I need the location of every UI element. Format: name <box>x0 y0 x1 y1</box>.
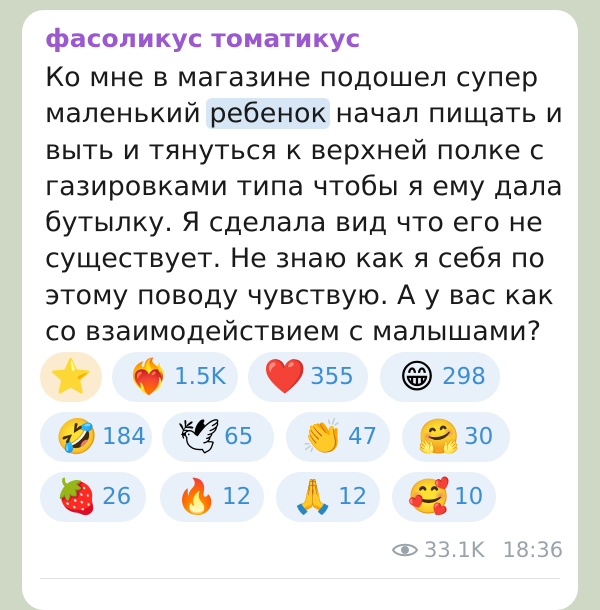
message-line: газировками типа чтобы я ему дала <box>45 170 563 202</box>
eye-icon <box>392 543 418 557</box>
dove-icon: 🕊 <box>177 417 221 457</box>
reaction-count: 30 <box>464 424 494 450</box>
reaction-count: 12 <box>222 484 252 510</box>
clapping-hands-icon: 👏 <box>301 417 345 457</box>
view-count: 33.1K <box>424 538 485 562</box>
message-line: бутылку. Я сделала вид что его не <box>45 207 543 239</box>
reaction-count: 184 <box>102 424 146 450</box>
reaction-clapping-hands[interactable]: 👏 47 <box>286 412 390 462</box>
reaction-count: 1.5K <box>174 364 226 390</box>
reaction-count: 26 <box>102 484 132 510</box>
fire-icon: 🔥 <box>175 477 219 517</box>
reaction-smiling-face-hearts[interactable]: 🥰 10 <box>392 472 496 522</box>
message-text: Ко мне в магазине подошел супер маленьки… <box>45 60 565 350</box>
reaction-count: 47 <box>348 424 378 450</box>
message-time: 18:36 <box>502 538 564 562</box>
star-icon: ⭐ <box>49 357 93 397</box>
smiling-face-hearts-icon: 🥰 <box>407 477 451 517</box>
reaction-dove[interactable]: 🕊 65 <box>162 412 274 462</box>
sender-name[interactable]: фасоликус томатикус <box>45 24 360 53</box>
reaction-count: 355 <box>310 364 354 390</box>
reaction-rolling-laughing[interactable]: 🤣 184 <box>40 412 152 462</box>
reaction-folded-hands[interactable]: 🙏 12 <box>276 472 380 522</box>
hugging-face-icon: 🤗 <box>417 417 461 457</box>
heart-on-fire-icon: ❤️‍🔥 <box>127 357 171 397</box>
message-line: выть и тянуться к верхней полке с <box>45 134 545 166</box>
strawberry-icon: 🍓 <box>55 477 99 517</box>
reaction-count: 298 <box>442 364 486 390</box>
reaction-star[interactable]: ⭐ <box>40 352 102 402</box>
folded-hands-icon: 🙏 <box>291 477 335 517</box>
reaction-count: 65 <box>224 424 254 450</box>
highlighted-word: ребенок <box>206 98 330 130</box>
reaction-red-heart[interactable]: ❤️ 355 <box>248 352 368 402</box>
rolling-laughing-icon: 🤣 <box>55 417 99 457</box>
message-line: этому поводу чувствую. А у вас как <box>45 279 554 311</box>
red-heart-icon: ❤️ <box>263 357 307 397</box>
reaction-strawberry[interactable]: 🍓 26 <box>40 472 146 522</box>
message-line: Ко мне в магазине подошел супер <box>45 62 539 93</box>
message-line: маленький ребенок начал пищать и <box>45 98 563 130</box>
reaction-hugging-face[interactable]: 🤗 30 <box>402 412 510 462</box>
reaction-grinning-face[interactable]: 😁 298 <box>380 352 500 402</box>
message-meta: 33.1K 18:36 <box>392 538 563 562</box>
divider <box>40 578 560 579</box>
reaction-fire[interactable]: 🔥 12 <box>160 472 264 522</box>
reaction-count: 12 <box>338 484 368 510</box>
reaction-count: 10 <box>454 484 484 510</box>
reaction-heart-on-fire[interactable]: ❤️‍🔥 1.5K <box>112 352 238 402</box>
message-line: со взаимодействием с малышами? <box>45 316 542 348</box>
grinning-face-icon: 😁 <box>399 357 435 397</box>
message-line: существует. Не знаю как я себя по <box>45 243 545 275</box>
